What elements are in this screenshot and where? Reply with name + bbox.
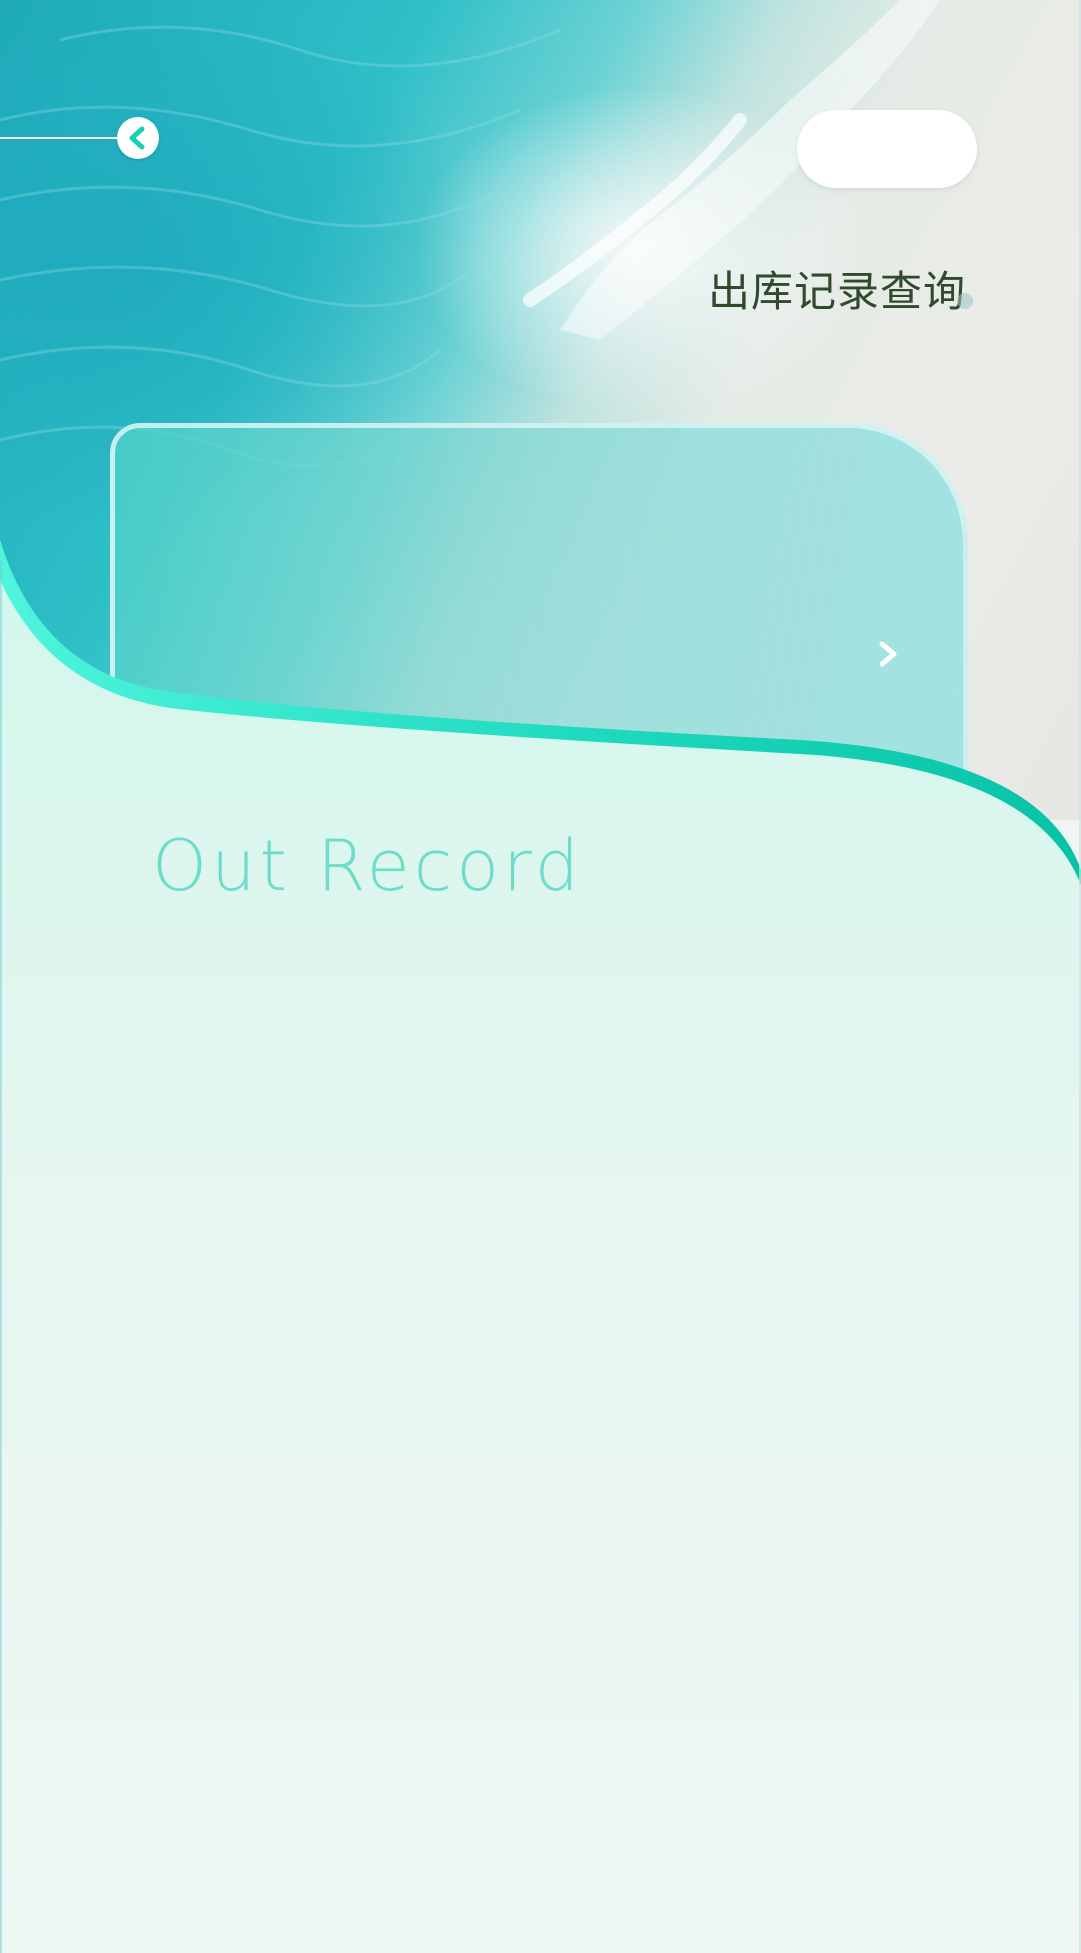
- back-button[interactable]: [117, 117, 159, 159]
- left-edge-line: [0, 560, 2, 1953]
- title-dot: [957, 293, 973, 309]
- page-title: 出库记录查询: [707, 267, 966, 316]
- screen: 出库记录查询 Out Record: [0, 0, 1081, 1953]
- chevron-left-icon: [129, 126, 145, 150]
- content-panel: [0, 540, 1081, 1953]
- back-line: [0, 137, 120, 139]
- section-heading: Out Record: [152, 825, 584, 907]
- header-action-button[interactable]: [797, 110, 977, 188]
